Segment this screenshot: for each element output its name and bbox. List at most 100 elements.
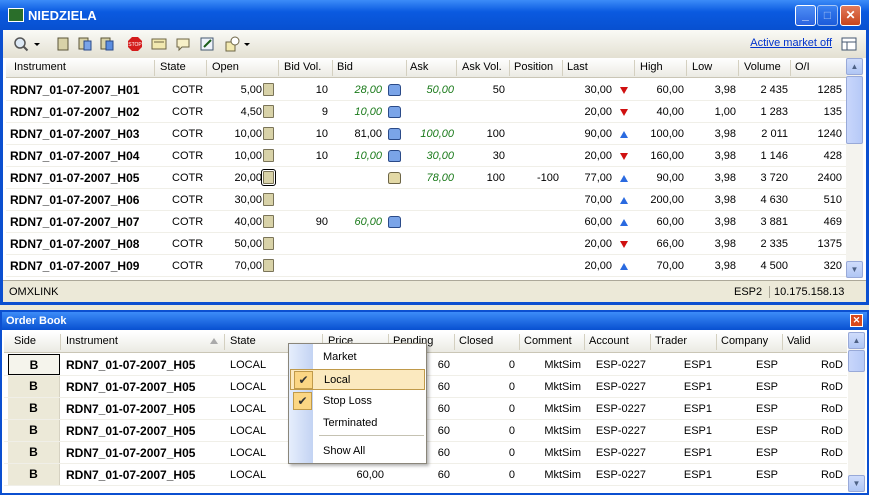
- table-row[interactable]: RDN7_01-07-2007_H09 COTR 70,00 20,00 70,00 3,…: [6, 255, 846, 277]
- table-row[interactable]: B RDN7_01-07-2007_H05 LOCAL 60,00 60 0 MktSim E…: [4, 464, 847, 486]
- order-book-scrollbar[interactable]: ▲ ▼: [848, 332, 865, 492]
- book-icon[interactable]: [263, 259, 274, 272]
- menu-item-local[interactable]: ✔ Local: [290, 369, 425, 390]
- book-icon[interactable]: [263, 237, 274, 250]
- cell-inst: RDN7_01-07-2007_H05: [66, 424, 196, 438]
- book-icon[interactable]: [55, 36, 71, 52]
- edit-icon[interactable]: [199, 36, 215, 52]
- layout-icon[interactable]: [841, 36, 857, 52]
- book-icon[interactable]: [261, 169, 276, 186]
- cell-side[interactable]: B: [8, 354, 60, 375]
- cell-oi: 1240: [817, 128, 842, 140]
- shapes-icon[interactable]: [225, 36, 241, 52]
- cell-side[interactable]: B: [8, 376, 60, 397]
- col-position[interactable]: Position: [514, 61, 553, 73]
- arrow-down-icon: [620, 87, 628, 94]
- col-bid[interactable]: Bid: [337, 61, 353, 73]
- cell-side[interactable]: B: [8, 464, 60, 485]
- cell-oi: 1375: [817, 238, 842, 250]
- book-icon[interactable]: [263, 215, 274, 228]
- chevron-down-icon[interactable]: [33, 36, 41, 52]
- order-icon[interactable]: [388, 84, 401, 96]
- book-icon[interactable]: [263, 83, 274, 96]
- col-bid-vol[interactable]: Bid Vol.: [284, 61, 321, 73]
- cell-high: 40,00: [656, 106, 684, 118]
- col-instrument[interactable]: Instrument: [66, 335, 118, 347]
- col-instrument[interactable]: Instrument: [14, 61, 66, 73]
- scroll-up-button[interactable]: ▲: [848, 332, 865, 349]
- book-icon[interactable]: [263, 105, 274, 118]
- scroll-thumb[interactable]: [846, 76, 863, 144]
- menu-separator: [319, 435, 424, 436]
- message-icon[interactable]: [175, 36, 191, 52]
- cell-side[interactable]: B: [8, 398, 60, 419]
- col-volume[interactable]: Volume: [744, 61, 781, 73]
- col-valid[interactable]: Valid: [787, 335, 811, 347]
- col-last[interactable]: Last: [567, 61, 588, 73]
- table-row[interactable]: RDN7_01-07-2007_H06 COTR 30,00 70,00 200,00 3…: [6, 189, 846, 211]
- cell-open: 20,00: [234, 172, 262, 184]
- table-row[interactable]: RDN7_01-07-2007_H01 COTR 5,00 10 28,00 50,00 5…: [6, 79, 846, 101]
- search-icon[interactable]: [13, 36, 29, 52]
- book-icon[interactable]: [263, 149, 274, 162]
- col-low[interactable]: Low: [692, 61, 712, 73]
- col-side[interactable]: Side: [14, 335, 36, 347]
- close-button[interactable]: ✕: [840, 5, 861, 26]
- col-high[interactable]: High: [640, 61, 663, 73]
- table-row[interactable]: RDN7_01-07-2007_H08 COTR 50,00 20,00 66,00 3,…: [6, 233, 846, 255]
- order-icon[interactable]: [388, 172, 401, 184]
- cell-last: 90,00: [584, 128, 612, 140]
- book-icon[interactable]: [263, 193, 274, 206]
- stop-icon[interactable]: STOP: [127, 36, 143, 52]
- active-market-link[interactable]: Active market off: [750, 37, 832, 49]
- menu-item-stop-loss[interactable]: ✔ Stop Loss: [290, 391, 425, 412]
- col-company[interactable]: Company: [721, 335, 768, 347]
- table-row[interactable]: RDN7_01-07-2007_H02 COTR 4,50 9 10,00 20,00 40…: [6, 101, 846, 123]
- menu-item-show-all[interactable]: Show All: [290, 441, 425, 462]
- table-row[interactable]: RDN7_01-07-2007_H04 COTR 10,00 10 10,00 30,00…: [6, 145, 846, 167]
- col-trader[interactable]: Trader: [655, 335, 687, 347]
- col-ask-vol[interactable]: Ask Vol.: [462, 61, 502, 73]
- cell-bid: 81,00: [354, 128, 382, 140]
- cell-side[interactable]: B: [8, 420, 60, 441]
- col-state[interactable]: State: [160, 61, 186, 73]
- cell-account: ESP-0227: [595, 469, 646, 481]
- books-icon[interactable]: [77, 36, 93, 52]
- menu-item-terminated[interactable]: Terminated: [290, 413, 425, 434]
- cell-bidvol: 90: [315, 216, 328, 228]
- col-account[interactable]: Account: [589, 335, 629, 347]
- title-bar[interactable]: NIEDZIELA _ □ ✕: [0, 0, 869, 30]
- col-ask[interactable]: Ask: [410, 61, 428, 73]
- book-icon[interactable]: [263, 127, 274, 140]
- table-row[interactable]: RDN7_01-07-2007_H05 COTR 20,00 78,00 100 -100…: [6, 167, 846, 189]
- list-icon[interactable]: [151, 36, 167, 52]
- cell-side[interactable]: B: [8, 442, 60, 463]
- market-scrollbar[interactable]: ▲ ▼: [846, 58, 863, 278]
- scroll-thumb[interactable]: [848, 350, 865, 372]
- table-row[interactable]: RDN7_01-07-2007_H03 COTR 10,00 10 81,00 100,0…: [6, 123, 846, 145]
- chevron-down-icon[interactable]: [243, 36, 251, 52]
- menu-item-market[interactable]: Market: [290, 347, 425, 368]
- cell-high: 60,00: [656, 216, 684, 228]
- cell-inst: RDN7_01-07-2007_H05: [66, 380, 196, 394]
- col-oi[interactable]: O/I: [795, 61, 810, 73]
- order-icon[interactable]: [388, 128, 401, 140]
- cell-bid: 10,00: [354, 150, 382, 162]
- col-comment[interactable]: Comment: [524, 335, 572, 347]
- col-closed[interactable]: Closed: [459, 335, 493, 347]
- scroll-down-button[interactable]: ▼: [846, 261, 863, 278]
- maximize-button[interactable]: □: [817, 5, 838, 26]
- order-book-close-button[interactable]: ✕: [850, 314, 863, 327]
- scroll-up-button[interactable]: ▲: [846, 58, 863, 75]
- order-icon[interactable]: [388, 216, 401, 228]
- order-icon[interactable]: [388, 106, 401, 118]
- scroll-down-button[interactable]: ▼: [848, 475, 865, 492]
- orders-icon[interactable]: [99, 36, 115, 52]
- order-icon[interactable]: [388, 150, 401, 162]
- col-open[interactable]: Open: [212, 61, 239, 73]
- col-state[interactable]: State: [230, 335, 256, 347]
- state-filter-menu: Market ✔ Local ✔ Stop Loss Terminated Show All: [288, 343, 427, 464]
- minimize-button[interactable]: _: [795, 5, 816, 26]
- table-row[interactable]: RDN7_01-07-2007_H07 COTR 40,00 90 60,00 60,00…: [6, 211, 846, 233]
- cell-closed: 0: [508, 359, 515, 371]
